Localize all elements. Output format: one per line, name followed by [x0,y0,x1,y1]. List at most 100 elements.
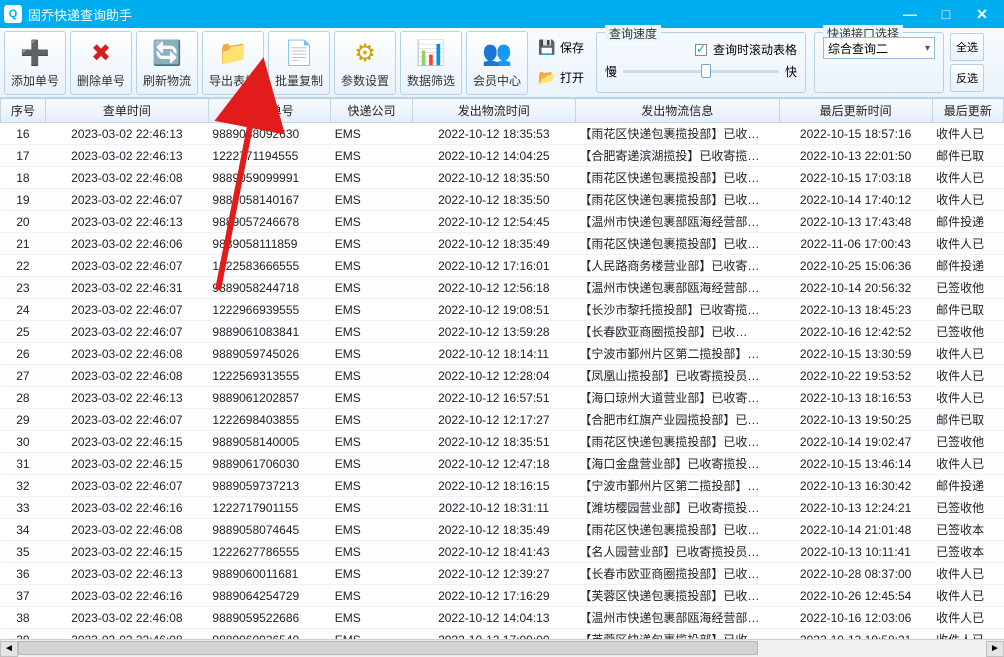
table-row[interactable]: 232023-03-02 22:46:319889058244718EMS202… [1,277,1004,299]
cell-seq: 24 [1,299,46,321]
cell-upd_time: 2022-10-15 13:46:14 [779,453,932,475]
cell-company: EMS [331,123,413,145]
cell-out_time: 2022-10-12 18:35:50 [412,167,575,189]
delete-order-icon: ✖ [85,38,117,70]
table-row[interactable]: 252023-03-02 22:46:079889061083841EMS202… [1,321,1004,343]
scroll-thumb[interactable] [18,641,758,655]
maximize-button[interactable]: □ [928,4,964,24]
scroll-right-button[interactable]: ► [986,641,1004,657]
column-header-query_time[interactable]: 查单时间 [45,99,208,123]
export-label: 导出表格 [209,72,257,89]
refresh-button[interactable]: 🔄刷新物流 [136,31,198,95]
add-order-button[interactable]: ➕添加单号 [4,31,66,95]
table-row[interactable]: 262023-03-02 22:46:089889059745026EMS202… [1,343,1004,365]
cell-status: 邮件已取 [932,299,1003,321]
table-row[interactable]: 322023-03-02 22:46:079889059737213EMS202… [1,475,1004,497]
table-row[interactable]: 182023-03-02 22:46:089889059099991EMS202… [1,167,1004,189]
cell-upd_time: 2022-10-13 22:01:50 [779,145,932,167]
table-row[interactable]: 382023-03-02 22:46:089889059522686EMS202… [1,607,1004,629]
open-button[interactable]: 📂 打开 [534,64,588,92]
select-all-button[interactable]: 全选 [950,33,984,61]
scroll-left-button[interactable]: ◄ [0,641,18,657]
table-row[interactable]: 172023-03-02 22:46:131222771194555EMS202… [1,145,1004,167]
speed-fast-label: 快 [785,63,797,80]
batch-copy-button[interactable]: 📄批量复制 [268,31,330,95]
cell-out_info: 【合肥市红旗产业园揽投部】已… [575,409,779,431]
column-header-company[interactable]: 快递公司 [331,99,413,123]
delete-order-button[interactable]: ✖删除单号 [70,31,132,95]
cell-query_time: 2023-03-02 22:46:08 [45,343,208,365]
table-row[interactable]: 362023-03-02 22:46:139889060011681EMS202… [1,563,1004,585]
invert-select-button[interactable]: 反选 [950,64,984,92]
table-row[interactable]: 222023-03-02 22:46:071222583666555EMS202… [1,255,1004,277]
cell-upd_time: 2022-10-14 21:01:48 [779,519,932,541]
batch-copy-label: 批量复制 [275,72,323,89]
column-header-out_time[interactable]: 发出物流时间 [412,99,575,123]
table-row[interactable]: 242023-03-02 22:46:071222966939555EMS202… [1,299,1004,321]
table-row[interactable]: 302023-03-02 22:46:159889058140005EMS202… [1,431,1004,453]
column-header-status[interactable]: 最后更新 [932,99,1003,123]
cell-company: EMS [331,629,413,640]
member-label: 会员中心 [473,72,521,89]
cell-query_time: 2023-03-02 22:46:07 [45,321,208,343]
cell-seq: 28 [1,387,46,409]
table-row[interactable]: 192023-03-02 22:46:079889058140167EMS202… [1,189,1004,211]
cell-company: EMS [331,387,413,409]
filter-button[interactable]: 📊 数据筛选 [400,31,462,95]
table-row[interactable]: 272023-03-02 22:46:081222569313555EMS202… [1,365,1004,387]
cell-company: EMS [331,189,413,211]
table-row[interactable]: 282023-03-02 22:46:139889061202857EMS202… [1,387,1004,409]
cell-order_no: 1222569313555 [208,365,330,387]
filter-label: 数据筛选 [407,72,455,89]
cell-company: EMS [331,321,413,343]
column-header-seq[interactable]: 序号 [1,99,46,123]
cell-order_no: 9889061083841 [208,321,330,343]
column-header-upd_time[interactable]: 最后更新时间 [779,99,932,123]
cell-query_time: 2023-03-02 22:46:07 [45,255,208,277]
save-button[interactable]: 💾 保存 [534,33,588,61]
table-row[interactable]: 342023-03-02 22:46:089889058074645EMS202… [1,519,1004,541]
table-row[interactable]: 162023-03-02 22:46:139889058092630EMS202… [1,123,1004,145]
cell-company: EMS [331,343,413,365]
table-row[interactable]: 212023-03-02 22:46:069889058111859EMS202… [1,233,1004,255]
column-header-order_no[interactable]: 快递单号 [208,99,330,123]
cell-upd_time: 2022-10-16 12:42:52 [779,321,932,343]
cell-upd_time: 2022-10-14 20:56:32 [779,277,932,299]
cell-out_time: 2022-10-12 12:39:27 [412,563,575,585]
minimize-button[interactable]: — [892,4,928,24]
table-row[interactable]: 392023-03-02 22:46:089889060926540EMS202… [1,629,1004,640]
table-row[interactable]: 312023-03-02 22:46:159889061706030EMS202… [1,453,1004,475]
close-button[interactable]: ✕ [964,4,1000,24]
table-row[interactable]: 292023-03-02 22:46:071222698403855EMS202… [1,409,1004,431]
export-button[interactable]: 📁导出表格 [202,31,264,95]
scroll-checkbox[interactable] [695,44,707,56]
horizontal-scrollbar[interactable]: ◄ ► [0,639,1004,657]
speed-slider[interactable] [623,62,779,80]
app-icon: Q [4,5,22,23]
scroll-track[interactable] [18,641,986,657]
cell-out_info: 【凤凰山揽投部】已收寄揽投员… [575,365,779,387]
cell-out_info: 【长春欧亚商圈揽投部】已收… [575,321,779,343]
table-row[interactable]: 202023-03-02 22:46:139889057246678EMS202… [1,211,1004,233]
cell-seq: 26 [1,343,46,365]
column-header-out_info[interactable]: 发出物流信息 [575,99,779,123]
member-button[interactable]: 👥会员中心 [466,31,528,95]
table-row[interactable]: 372023-03-02 22:46:169889064254729EMS202… [1,585,1004,607]
data-grid[interactable]: 序号查单时间快递单号快递公司发出物流时间发出物流信息最后更新时间最后更新 162… [0,98,1004,639]
table-row[interactable]: 332023-03-02 22:46:161222717901155EMS202… [1,497,1004,519]
cell-upd_time: 2022-10-13 17:43:48 [779,211,932,233]
table-row[interactable]: 352023-03-02 22:46:151222627786555EMS202… [1,541,1004,563]
cell-out_info: 【合肥寄递滨湖揽投】已收寄揽… [575,145,779,167]
cell-query_time: 2023-03-02 22:46:08 [45,167,208,189]
filter-icon: 📊 [415,38,447,70]
interface-select[interactable]: 综合查询二 ▾ [823,37,935,59]
cell-out_time: 2022-10-12 18:41:43 [412,541,575,563]
settings-button[interactable]: ⚙参数设置 [334,31,396,95]
cell-query_time: 2023-03-02 22:46:08 [45,629,208,640]
cell-out_time: 2022-10-12 12:28:04 [412,365,575,387]
cell-order_no: 1222583666555 [208,255,330,277]
grid-header-row: 序号查单时间快递单号快递公司发出物流时间发出物流信息最后更新时间最后更新 [1,99,1004,123]
cell-seq: 37 [1,585,46,607]
cell-seq: 17 [1,145,46,167]
cell-seq: 31 [1,453,46,475]
